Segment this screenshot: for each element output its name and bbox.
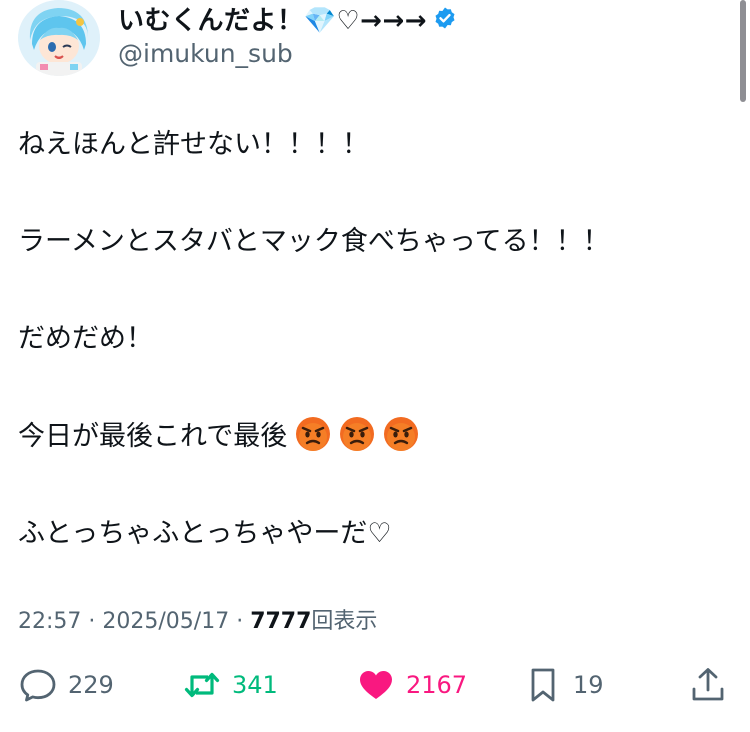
heart-icon xyxy=(356,665,396,705)
tweet-paragraph: ねえほんと許せない！！！！ xyxy=(18,129,369,160)
bookmark-button[interactable]: 19 xyxy=(523,662,604,708)
tweet-text: ねえほんと許せない！！！！ ラーメンとスタバとマック食べちゃってる！！！ だめだ… xyxy=(18,125,718,611)
author-handle[interactable]: @imukun_sub xyxy=(118,39,457,68)
angry-face-icon xyxy=(339,416,375,452)
verified-badge-icon xyxy=(433,6,457,30)
display-name[interactable]: いむくんだよ！💎♡→→→ xyxy=(118,0,427,37)
tweet-paragraph: だめだめ！ xyxy=(18,323,153,354)
like-button[interactable]: 2167 xyxy=(356,662,467,708)
avatar[interactable] xyxy=(18,0,100,76)
bookmark-count: 19 xyxy=(573,671,604,699)
tweet-date[interactable]: 2025/05/17 xyxy=(102,609,229,634)
tweet-paragraph: 今日が最後これで最後 xyxy=(18,421,288,452)
tweet-header: いむくんだよ！💎♡→→→ @imukun_sub xyxy=(18,0,718,76)
tweet-paragraph: ふとっちゃふとっちゃやーだ♡ xyxy=(18,518,392,549)
share-button[interactable] xyxy=(688,662,728,708)
angry-face-icon xyxy=(295,416,331,452)
tweet-paragraph: ラーメンとスタバとマック食べちゃってる！！！ xyxy=(18,226,610,257)
scrollbar[interactable] xyxy=(740,0,746,102)
meta-separator: · xyxy=(81,609,103,634)
action-bar: 229 341 2167 19 xyxy=(18,662,730,712)
reply-count: 229 xyxy=(68,671,114,699)
angry-face-icon xyxy=(383,416,419,452)
like-count: 2167 xyxy=(406,671,468,699)
tweet-time[interactable]: 22:57 xyxy=(18,609,81,634)
tweet-meta: 22:57 · 2025/05/17 · 7777回表示 xyxy=(18,603,377,635)
retweet-button[interactable]: 341 xyxy=(182,662,278,708)
speech-bubble-icon xyxy=(18,665,58,705)
bookmark-icon xyxy=(523,665,563,705)
views-label: 回表示 xyxy=(311,609,378,634)
retweet-count: 341 xyxy=(232,671,278,699)
display-name-row: いむくんだよ！💎♡→→→ xyxy=(118,0,457,37)
views-count: 7777 xyxy=(250,609,312,634)
repost-arrows-icon xyxy=(182,665,222,705)
share-upload-icon xyxy=(688,665,728,705)
tweet-paragraph-with-emoji: 今日が最後これで最後 xyxy=(18,416,718,457)
meta-separator: · xyxy=(229,609,251,634)
reply-button[interactable]: 229 xyxy=(18,662,114,708)
author-names: いむくんだよ！💎♡→→→ @imukun_sub xyxy=(118,2,457,68)
